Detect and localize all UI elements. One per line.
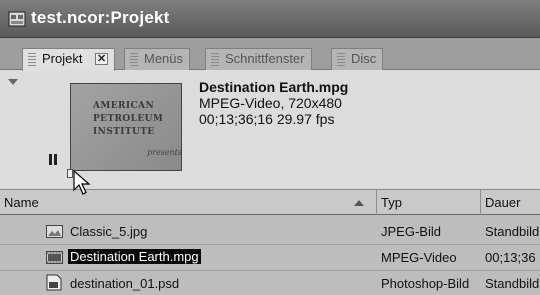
tab-grip-icon[interactable] — [130, 53, 138, 66]
clip-name: Destination Earth.mpg — [199, 79, 349, 95]
collapse-triangle-icon[interactable] — [8, 79, 18, 85]
list-item[interactable]: Classic_5.jpg JPEG-Bild Standbild — [0, 219, 540, 245]
clip-preview-area: AMERICAN PETROLEUM INSTITUTE presents De… — [0, 70, 540, 195]
tab-label: Disc — [351, 51, 377, 66]
column-label: Typ — [381, 195, 402, 210]
clip-format: MPEG-Video, 720x480 — [199, 95, 342, 111]
tab-label: Menüs — [144, 51, 184, 66]
column-label: Name — [4, 195, 39, 210]
thumbnail-text-line: INSTITUTE — [93, 127, 155, 137]
file-name: Classic_5.jpg — [70, 224, 148, 239]
tab-schnittfenster[interactable]: Schnittfenster — [205, 48, 312, 70]
column-header-name[interactable]: Name — [0, 190, 377, 216]
photoshop-file-icon — [46, 274, 62, 291]
file-type: JPEG-Bild — [381, 224, 441, 239]
list-item[interactable]: destination_01.psd Photoshop-Bild Standb… — [0, 271, 540, 295]
tab-disc[interactable]: Disc — [331, 48, 384, 70]
sort-ascending-icon[interactable] — [354, 200, 364, 206]
pause-button[interactable] — [48, 154, 59, 165]
video-file-icon — [46, 251, 63, 264]
tab-grip-icon[interactable] — [211, 53, 219, 66]
list-item[interactable]: Destination Earth.mpg MPEG-Video 00;13;3… — [0, 245, 540, 271]
column-header-duration[interactable]: Dauer — [481, 190, 540, 216]
file-name: destination_01.psd — [70, 276, 180, 291]
tab-label: Schnittfenster — [225, 51, 305, 66]
project-file-list: Classic_5.jpg JPEG-Bild Standbild Destin… — [0, 215, 540, 295]
file-name: Destination Earth.mpg — [68, 249, 201, 264]
tab-label: Projekt — [42, 51, 83, 66]
close-tab-icon[interactable]: ✕ — [95, 53, 109, 65]
file-duration: Standbild — [485, 276, 540, 291]
image-file-icon — [46, 225, 63, 238]
file-type: MPEG-Video — [381, 250, 457, 265]
mouse-pointer-icon — [73, 170, 91, 195]
file-duration: 00;13;36 — [485, 250, 536, 265]
thumbnail-script-text: presents — [147, 148, 182, 157]
project-window-icon — [8, 11, 26, 27]
column-label: Dauer — [485, 195, 521, 210]
file-duration: Standbild — [485, 224, 540, 239]
clip-thumbnail[interactable]: AMERICAN PETROLEUM INSTITUTE presents — [70, 83, 182, 171]
column-header-type[interactable]: Typ — [377, 190, 481, 216]
window-titlebar: test.ncor:Projekt — [0, 0, 540, 38]
clip-duration-fps: 00;13;36;16 29.97 fps — [199, 111, 335, 127]
thumbnail-text-line: AMERICAN — [93, 101, 155, 111]
panel-tab-strip: Projekt ✕ Menüs Schnittfenster Disc — [0, 38, 540, 71]
file-type: Photoshop-Bild — [381, 276, 470, 291]
window-title: test.ncor:Projekt — [31, 8, 170, 27]
pause-icon — [49, 154, 52, 165]
tab-menus[interactable]: Menüs — [124, 48, 191, 70]
thumbnail-text-line: PETROLEUM — [93, 114, 164, 124]
tab-grip-icon[interactable] — [28, 53, 36, 66]
tab-grip-icon[interactable] — [337, 53, 345, 66]
tab-projekt[interactable]: Projekt ✕ — [22, 48, 116, 71]
clip-info: Destination Earth.mpg MPEG-Video, 720x48… — [199, 79, 348, 127]
